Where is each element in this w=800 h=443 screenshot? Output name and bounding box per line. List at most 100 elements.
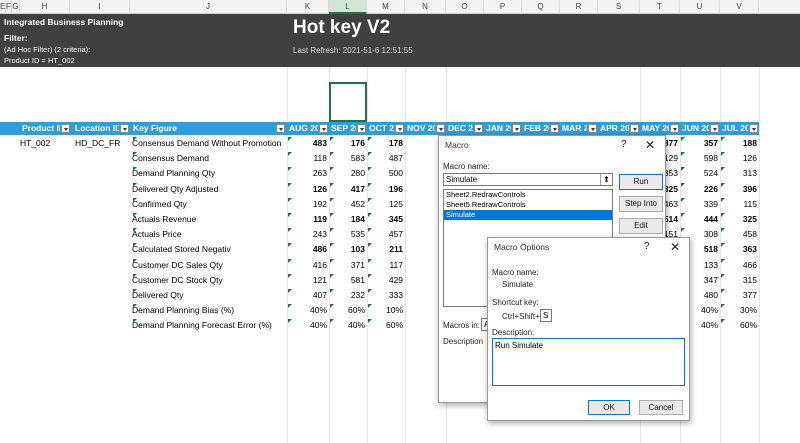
step-into-button[interactable]: Step Into <box>619 196 663 212</box>
value-cell[interactable]: 524 <box>680 166 720 181</box>
product-id-cell[interactable] <box>20 166 70 181</box>
value-cell[interactable]: 121 <box>287 273 329 288</box>
value-cell[interactable]: 192 <box>287 197 329 212</box>
location-id-cell[interactable] <box>75 288 130 303</box>
value-cell[interactable]: 60% <box>367 318 405 333</box>
value-cell[interactable]: 416 <box>287 258 329 273</box>
location-id-cell[interactable] <box>75 197 130 212</box>
selected-cell[interactable] <box>329 82 367 122</box>
macro-list-item[interactable]: Sheet2.RedrawControls <box>444 190 612 200</box>
column-header[interactable]: S <box>598 0 640 14</box>
column-header[interactable]: Q <box>522 0 560 14</box>
product-id-cell[interactable] <box>20 318 70 333</box>
value-cell[interactable]: 486 <box>287 242 329 257</box>
location-id-cell[interactable] <box>75 212 130 227</box>
value-cell[interactable]: 371 <box>329 258 367 273</box>
value-cell[interactable]: 103 <box>329 242 367 257</box>
value-cell[interactable]: 583 <box>329 151 367 166</box>
column-header[interactable]: R <box>560 0 598 14</box>
location-id-cell[interactable] <box>75 258 130 273</box>
value-cell[interactable]: 126 <box>720 151 759 166</box>
value-cell[interactable]: 313 <box>720 166 759 181</box>
value-cell[interactable]: 581 <box>329 273 367 288</box>
value-cell[interactable]: 40% <box>287 318 329 333</box>
value-cell[interactable]: 119 <box>287 212 329 227</box>
product-id-cell[interactable] <box>20 227 70 242</box>
value-cell[interactable]: 598 <box>680 151 720 166</box>
key-figure-cell[interactable]: Delivered Qty Adjusted <box>132 182 286 197</box>
column-header[interactable]: U <box>680 0 720 14</box>
value-cell[interactable]: 40% <box>329 318 367 333</box>
value-cell[interactable]: 188 <box>720 136 759 151</box>
value-cell[interactable]: 429 <box>367 273 405 288</box>
help-icon[interactable]: ? <box>621 136 627 154</box>
column-header[interactable]: H <box>20 0 70 14</box>
key-figure-cell[interactable]: Demand Planning Forecast Error (%) <box>132 318 286 333</box>
filter-dropdown-icon[interactable] <box>749 124 758 133</box>
value-cell[interactable]: 325 <box>720 212 759 227</box>
value-cell[interactable]: 339 <box>680 197 720 212</box>
value-cell[interactable]: 458 <box>720 227 759 242</box>
value-cell[interactable]: 196 <box>367 182 405 197</box>
filter-dropdown-icon[interactable] <box>710 124 719 133</box>
key-figure-cell[interactable]: Customer DC Sales Qty <box>132 258 286 273</box>
filter-dropdown-icon[interactable] <box>357 124 366 133</box>
column-header[interactable]: G <box>12 0 20 14</box>
edit-button[interactable]: Edit <box>619 218 663 234</box>
column-header[interactable]: O <box>446 0 484 14</box>
value-cell[interactable]: 500 <box>367 166 405 181</box>
filter-dropdown-icon[interactable] <box>630 124 639 133</box>
value-cell[interactable]: 60% <box>329 303 367 318</box>
value-cell[interactable]: 357 <box>680 136 720 151</box>
value-cell[interactable]: 126 <box>287 182 329 197</box>
location-id-cell[interactable] <box>75 273 130 288</box>
ok-button[interactable]: OK <box>588 400 630 415</box>
close-icon[interactable]: ✕ <box>645 136 655 154</box>
location-id-cell[interactable] <box>75 166 130 181</box>
value-cell[interactable]: 535 <box>329 227 367 242</box>
value-cell[interactable]: 178 <box>367 136 405 151</box>
value-cell[interactable]: 118 <box>287 151 329 166</box>
key-figure-cell[interactable]: Consensus Demand Without Promotion <box>132 136 286 151</box>
column-header-selected[interactable]: L <box>329 0 367 14</box>
key-figure-cell[interactable]: Confirmed Qty <box>132 197 286 212</box>
filter-dropdown-icon[interactable] <box>395 124 404 133</box>
product-id-cell[interactable] <box>20 242 70 257</box>
value-cell[interactable]: 40% <box>287 303 329 318</box>
value-cell[interactable]: 363 <box>720 242 759 257</box>
shortcut-key-input[interactable]: S <box>540 309 552 322</box>
macro-name-input[interactable]: Simulate <box>443 173 613 186</box>
location-id-cell[interactable] <box>75 227 130 242</box>
value-cell[interactable]: 452 <box>329 197 367 212</box>
value-cell[interactable]: 243 <box>287 227 329 242</box>
value-cell[interactable]: 466 <box>720 258 759 273</box>
value-cell[interactable]: 176 <box>329 136 367 151</box>
value-cell[interactable]: 483 <box>287 136 329 151</box>
value-cell[interactable]: 315 <box>720 273 759 288</box>
close-icon[interactable]: ✕ <box>670 238 680 256</box>
key-figure-cell[interactable]: Consensus Demand <box>132 151 286 166</box>
key-figure-cell[interactable]: Demand Planning Bias (%) <box>132 303 286 318</box>
value-cell[interactable]: 117 <box>367 258 405 273</box>
value-cell[interactable]: 396 <box>720 182 759 197</box>
description-textarea[interactable]: Run Simulate <box>492 338 685 386</box>
value-cell[interactable]: 280 <box>329 166 367 181</box>
value-cell[interactable]: 417 <box>329 182 367 197</box>
key-figure-cell[interactable]: Actuals Price <box>132 227 286 242</box>
value-cell[interactable]: 407 <box>287 288 329 303</box>
value-cell[interactable]: 60% <box>720 318 759 333</box>
value-cell[interactable]: 232 <box>329 288 367 303</box>
value-cell[interactable]: 184 <box>329 212 367 227</box>
column-header[interactable]: P <box>484 0 522 14</box>
product-id-cell[interactable] <box>20 273 70 288</box>
product-id-cell[interactable] <box>20 151 70 166</box>
product-id-cell[interactable] <box>20 303 70 318</box>
value-cell[interactable]: 263 <box>287 166 329 181</box>
filter-dropdown-icon[interactable] <box>436 124 445 133</box>
cancel-button[interactable]: Cancel <box>639 400 683 415</box>
location-id-cell[interactable] <box>75 242 130 257</box>
key-figure-cell[interactable]: Calculated Stored Negativ <box>132 242 286 257</box>
column-header[interactable]: N <box>405 0 446 14</box>
value-cell[interactable]: 457 <box>367 227 405 242</box>
location-id-cell[interactable] <box>75 151 130 166</box>
